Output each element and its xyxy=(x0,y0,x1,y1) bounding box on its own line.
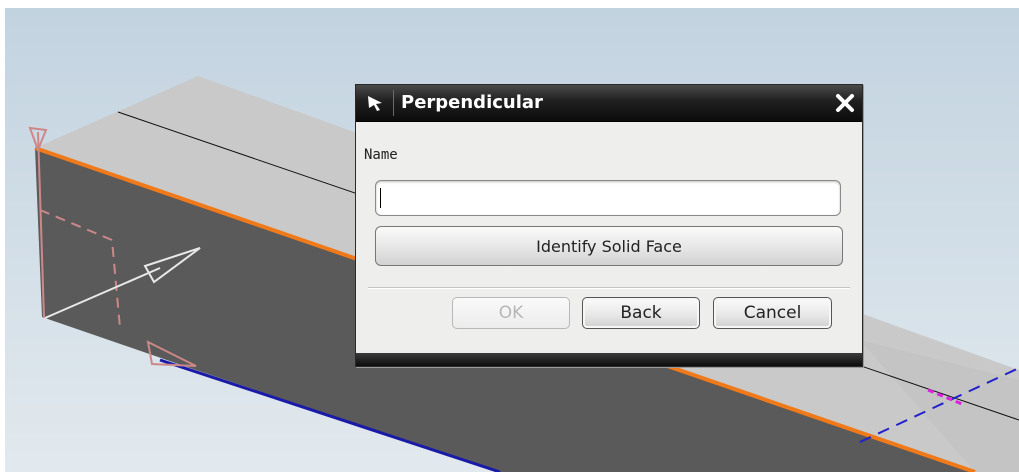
dialog-footer-bar xyxy=(356,353,862,366)
back-button[interactable]: Back xyxy=(582,297,700,329)
dialog-title: Perpendicular xyxy=(401,92,543,113)
button-divider xyxy=(368,287,850,289)
arrow-cursor-icon xyxy=(368,96,382,111)
identify-solid-face-button[interactable]: Identify Solid Face xyxy=(375,226,843,266)
title-separator xyxy=(393,90,394,116)
dialog-titlebar[interactable]: Perpendicular xyxy=(356,85,862,122)
name-label: Name xyxy=(364,147,398,163)
close-icon[interactable] xyxy=(834,92,856,114)
cancel-button[interactable]: Cancel xyxy=(713,297,832,329)
text-caret xyxy=(380,188,381,208)
name-input[interactable] xyxy=(375,180,841,216)
perpendicular-dialog: Perpendicular Name Identify Solid Face O… xyxy=(355,84,863,367)
ok-button[interactable]: OK xyxy=(452,297,570,329)
